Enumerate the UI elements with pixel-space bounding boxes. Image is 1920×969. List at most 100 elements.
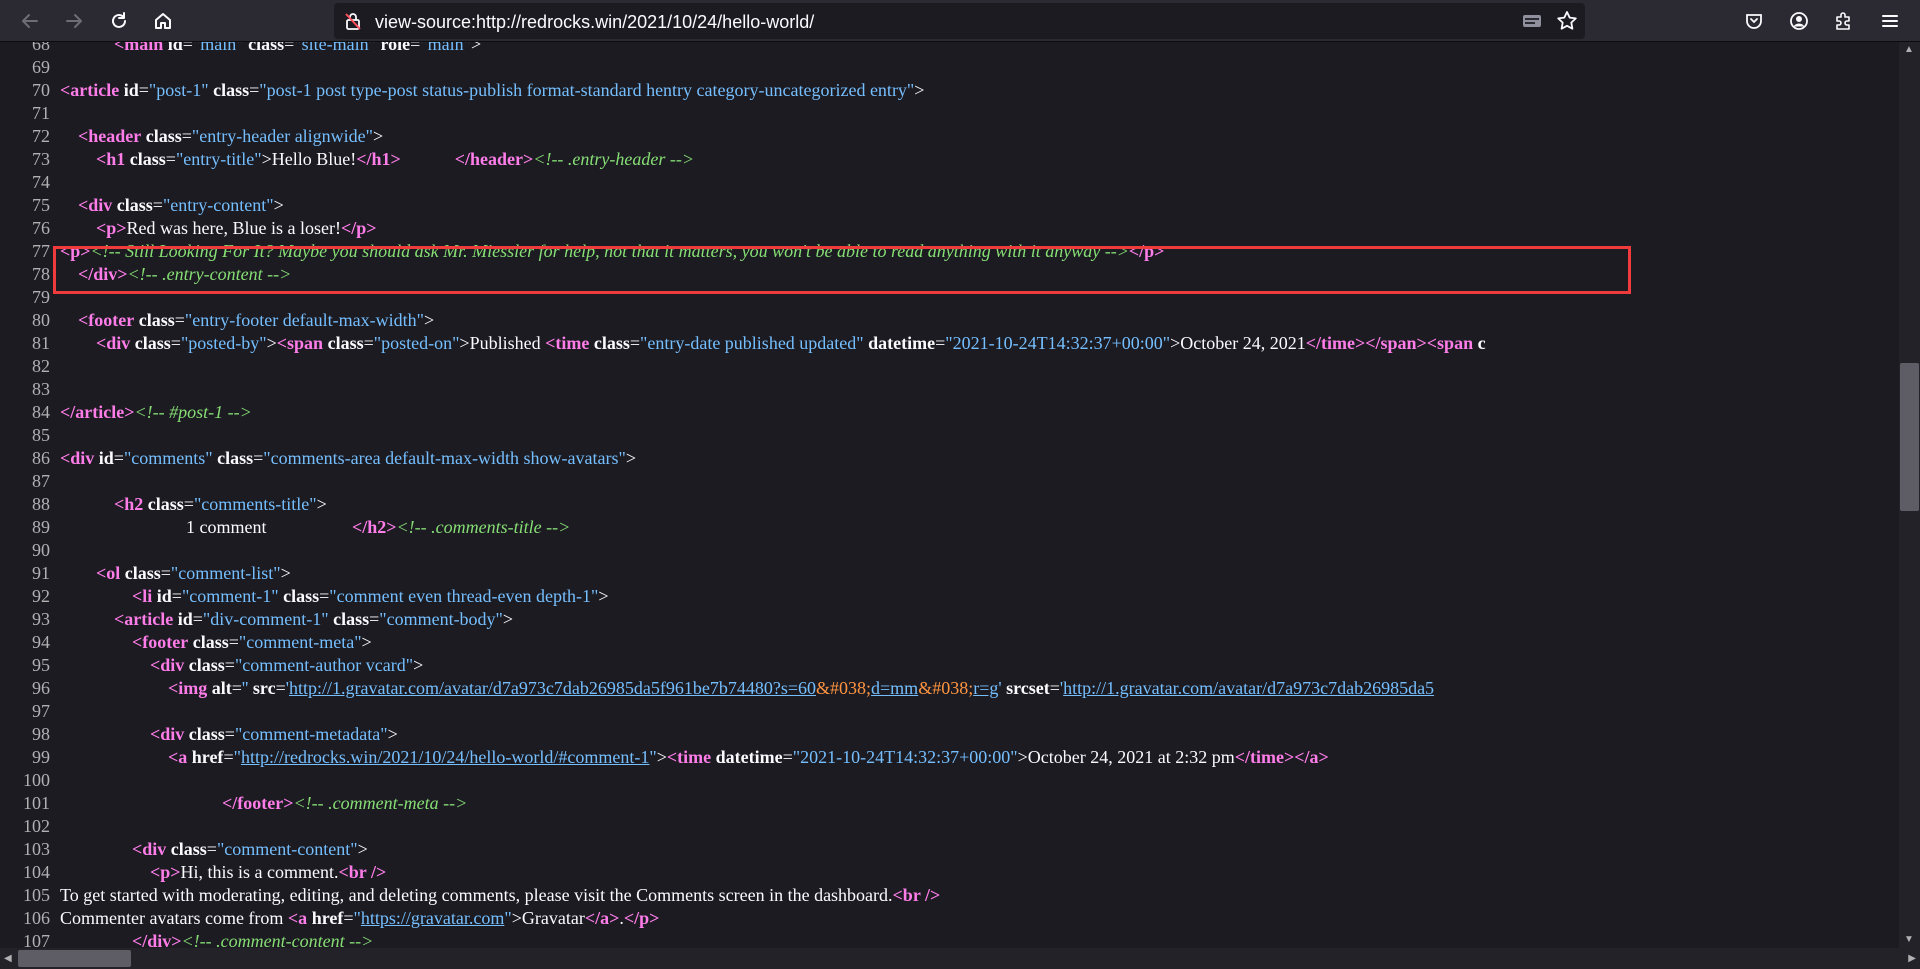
- line-number: 104: [23, 862, 50, 882]
- source-line: 95 <div class="comment-author vcard">: [0, 654, 1899, 677]
- horizontal-scrollbar-thumb[interactable]: [18, 950, 131, 967]
- text-token: =: [113, 448, 124, 468]
- comment-token: <!-- .comment-meta -->: [293, 793, 468, 813]
- link-token[interactable]: r=g: [973, 678, 998, 698]
- attribute-value-token: "comments-area default-max-width show-av…: [263, 448, 626, 468]
- tag-token: <img: [168, 678, 208, 698]
- extensions-button[interactable]: [1826, 5, 1860, 37]
- account-button[interactable]: [1782, 5, 1816, 37]
- text-token: >: [273, 195, 284, 215]
- link-token[interactable]: http://redrocks.win/2021/10/24/hello-wor…: [241, 747, 649, 767]
- tag-token: </h1>: [356, 149, 401, 169]
- source-line: 87: [0, 470, 1899, 493]
- app-menu-button[interactable]: [1873, 5, 1907, 37]
- line-number: 94: [32, 632, 50, 652]
- line-number: 70: [32, 80, 50, 100]
- text-token: =: [224, 655, 235, 675]
- vertical-scrollbar[interactable]: ▲ ▼: [1899, 42, 1920, 948]
- scroll-right-icon[interactable]: ▶: [1908, 953, 1916, 965]
- star-icon[interactable]: [1556, 10, 1578, 37]
- attribute-name-token: class: [192, 632, 229, 652]
- source-line: 71: [0, 102, 1899, 125]
- link-token[interactable]: https://gravatar.com: [361, 908, 504, 928]
- source-line: 70 <article id="post-1" class="post-1 pos…: [0, 79, 1899, 102]
- line-number: 77: [32, 241, 50, 261]
- back-button[interactable]: [13, 5, 47, 37]
- horizontal-scrollbar[interactable]: ◀ ▶: [0, 948, 1920, 969]
- attribute-name-token: class: [188, 655, 225, 675]
- tag-token: </p>: [623, 908, 660, 928]
- scroll-left-icon[interactable]: ◀: [4, 953, 12, 965]
- text-token: =: [206, 839, 217, 859]
- text-token: =: [171, 586, 182, 606]
- attribute-name-token: datetime: [868, 333, 936, 353]
- attribute-name-token: id: [156, 586, 172, 606]
- tag-token: <a: [168, 747, 188, 767]
- source-line: 99 <a href="http://redrocks.win/2021/10/…: [0, 746, 1899, 769]
- text-token: =: [165, 149, 176, 169]
- attribute-value-token: "entry-header alignwide": [191, 126, 374, 146]
- view-source-content[interactable]: 68 <main id="main" class="site-main" rol…: [0, 42, 1899, 948]
- text-token: >: [373, 126, 384, 146]
- text-token: >: [625, 448, 637, 468]
- line-number: 92: [32, 586, 50, 606]
- attribute-value-token: "post-1": [148, 80, 209, 100]
- reload-button[interactable]: [102, 5, 136, 37]
- source-line: 80 <footer class="entry-footer default-m…: [0, 309, 1899, 332]
- url-bar[interactable]: view-source:http://redrocks.win/2021/10/…: [334, 3, 1585, 39]
- attribute-value-token: ": [504, 908, 512, 928]
- tag-token: </header>: [454, 149, 534, 169]
- attribute-name-token: class: [147, 494, 184, 514]
- link-token[interactable]: d=mm: [871, 678, 918, 698]
- tag-token: <h2: [114, 494, 144, 514]
- arrow-left-icon: [20, 11, 40, 31]
- home-button[interactable]: [146, 5, 180, 37]
- tag-token: <article: [114, 609, 174, 629]
- home-icon: [153, 11, 173, 31]
- pocket-button[interactable]: [1737, 5, 1771, 37]
- vertical-scrollbar-thumb[interactable]: [1900, 363, 1919, 511]
- tag-token: </p>: [1128, 241, 1165, 261]
- attribute-value-token: "entry-content": [162, 195, 274, 215]
- text-token: >October 24, 2021 at 2:32 pm: [1017, 747, 1235, 767]
- source-line: 83: [0, 378, 1899, 401]
- attribute-value-token: "2021-10-24T14:32:37+00:00": [792, 747, 1018, 767]
- comment-token: <!-- Still Looking For It? Maybe you sho…: [90, 241, 1129, 261]
- source-line: 78 </div><!-- .entry-content -->: [0, 263, 1899, 286]
- text-token: =: [160, 563, 171, 583]
- link-token[interactable]: http://1.gravatar.com/avatar/d7a973c7dab…: [1063, 678, 1434, 698]
- tag-token: </article>: [60, 402, 135, 422]
- reader-view-icon[interactable]: [1521, 10, 1543, 37]
- attribute-name-token: alt: [211, 678, 232, 698]
- text-token: =: [275, 678, 286, 698]
- source-line: 103 <div class="comment-content">: [0, 838, 1899, 861]
- text-token: =: [319, 586, 330, 606]
- comment-token: <!-- .entry-content -->: [127, 264, 292, 284]
- url-text[interactable]: view-source:http://redrocks.win/2021/10/…: [375, 12, 814, 33]
- account-icon: [1789, 11, 1809, 31]
- text-token: =: [1049, 678, 1060, 698]
- link-token[interactable]: http://1.gravatar.com/avatar/d7a973c7dab…: [289, 678, 816, 698]
- tag-token: <div: [60, 448, 95, 468]
- attribute-name-token: class: [283, 586, 320, 606]
- source-line: 86 <div id="comments" class="comments-are…: [0, 447, 1899, 470]
- source-line: 96 <img alt='' src='http://1.gravatar.co…: [0, 677, 1899, 700]
- attribute-name-token: src: [252, 678, 276, 698]
- attribute-value-token: "div-comment-1": [202, 609, 329, 629]
- insecure-lock-icon[interactable]: [343, 11, 363, 36]
- source-line: 68 <main id="main" class="site-main" rol…: [0, 42, 1899, 56]
- text-token: 1 comment: [60, 517, 352, 537]
- tag-token: </h2>: [351, 517, 397, 537]
- scroll-down-icon[interactable]: ▼: [1904, 934, 1914, 946]
- tag-token: <a: [287, 908, 308, 928]
- scroll-up-icon[interactable]: ▲: [1904, 44, 1914, 56]
- text-token: =: [174, 310, 185, 330]
- forward-button[interactable]: [57, 5, 91, 37]
- attribute-name-token: class: [145, 126, 182, 146]
- line-number: 84: [32, 402, 50, 422]
